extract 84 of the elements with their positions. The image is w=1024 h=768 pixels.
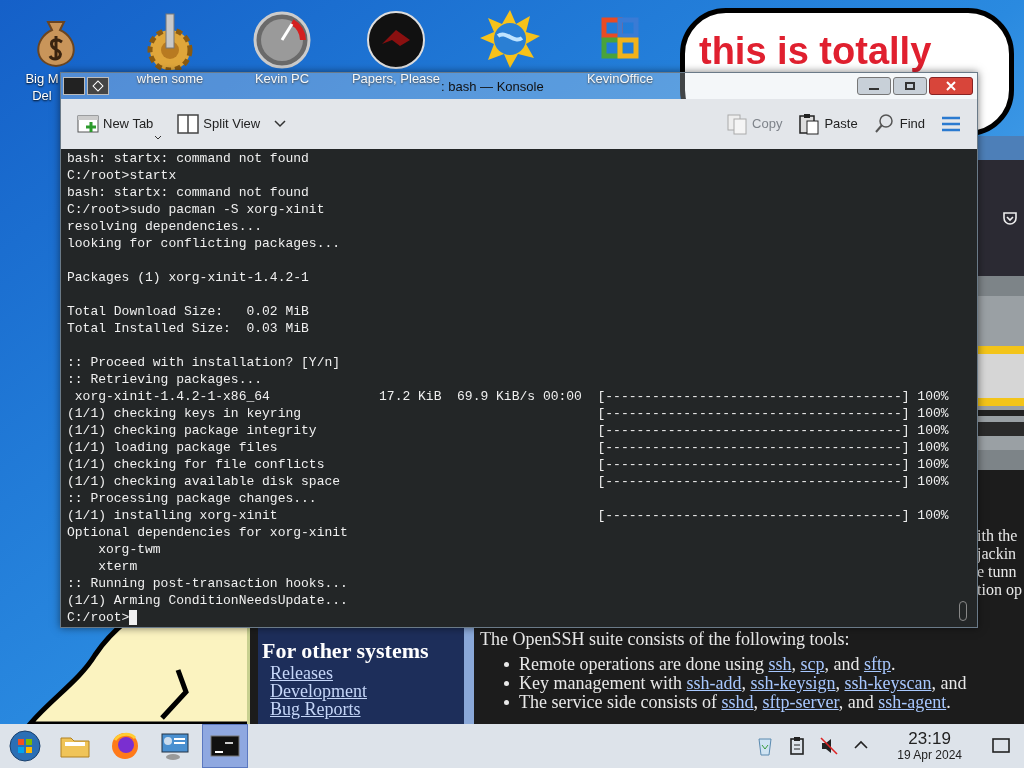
maximize-button[interactable] [893, 77, 927, 95]
link[interactable]: sftp [863, 654, 891, 674]
toolbar-button[interactable]: Split View [177, 113, 287, 135]
sidebar-link[interactable]: Development [270, 682, 367, 700]
terminal-icon[interactable] [63, 77, 85, 95]
bullet-icon [504, 681, 509, 686]
terminal-line: Total Download Size: 0.02 MiB [67, 303, 310, 320]
taskbar-button[interactable] [202, 724, 248, 768]
link[interactable]: scp [800, 654, 825, 674]
emblem-icon[interactable] [366, 10, 426, 70]
terminal-line: :: Processing package changes... [67, 490, 318, 507]
search-icon [873, 113, 896, 135]
paragraph-text: tion op [977, 581, 1023, 599]
bubble-text: this is totally [699, 29, 933, 73]
link[interactable]: ssh-add [686, 673, 742, 693]
link[interactable]: ssh-agent [878, 692, 947, 712]
muted-speaker-icon[interactable] [819, 735, 840, 757]
monitor-icon [159, 730, 191, 762]
terminal-line: :: Retrieving packages... [67, 371, 264, 388]
link[interactable]: ssh-keyscan [844, 673, 932, 693]
link[interactable]: sftp-server [762, 692, 839, 712]
terminal-line: Packages (1) xorg-xinit-1.4.2-1 [67, 269, 310, 286]
new-tab-icon [77, 113, 99, 135]
terminal-line: bash: startx: command not found [67, 150, 310, 167]
list-item-text: Remote operations are done using ssh, scp, and sftp. [519, 655, 896, 674]
terminal-line: (1/1) checking for file conflicts [--------------------------------------] 100% [67, 456, 950, 473]
pin-button[interactable] [87, 77, 109, 95]
list-item-text: The service side consists of sshd, sftp-server, and ssh-agent. [519, 693, 951, 712]
chevron-icon [274, 120, 287, 128]
intro-text: The OpenSSH suite consists of the following tools: [480, 629, 851, 649]
close-button[interactable] [929, 77, 973, 95]
paragraph-text: e tunn [977, 563, 1018, 581]
toolbar-button[interactable]: Find [873, 113, 925, 135]
terminal-line: Optional dependencies for xorg-xinit [67, 524, 349, 541]
terminal-line: xorg-twm [97, 541, 162, 558]
terminal-line: :: Running post-transaction hooks... [67, 575, 349, 592]
terminal-prompt: C:/root> [67, 609, 130, 626]
toolbar-button[interactable]: New Tab [77, 108, 162, 140]
terminal-line: (1/1) loading package files [--------------------------------------] 100% [67, 439, 950, 456]
terminal-line: Total Installed Size: 0.03 MiB [67, 320, 310, 337]
cursor [129, 610, 138, 625]
toolbar-button[interactable]: Paste [798, 113, 858, 135]
terminal-line: (1/1) checking package integrity [--------------------------------------] 100% [67, 422, 950, 439]
bullet-icon [504, 662, 509, 667]
caret-icon [155, 136, 162, 140]
paragraph-text: jackin [977, 545, 1018, 563]
sidebar-link[interactable]: Releases [270, 664, 333, 682]
icon-label[interactable]: Big M [25, 70, 59, 87]
terminal-line: (1/1) installing xorg-xinit [--------------------------------------] 100% [67, 507, 950, 524]
terminal-line: (1/1) checking available disk space [--------------------------------------] 100% [67, 473, 950, 490]
link[interactable]: ssh [768, 654, 792, 674]
terminal-line: xterm [97, 558, 139, 575]
terminal-line: xorg-xinit-1.4.2-1-x86_64 17.2 KiB 69.9 KiB/s 00:00 [--------------------------------------] 100% [73, 388, 950, 405]
copy-icon [726, 113, 749, 135]
terminal-line: resolving dependencies... [67, 218, 264, 235]
window-title: : bash — Konsole [441, 78, 544, 96]
terminal-line: (1/1) Arming ConditionNeedsUpdate... [67, 592, 349, 609]
firefox-icon [109, 730, 141, 762]
pocket-icon[interactable] [1002, 210, 1018, 226]
link[interactable]: ssh-keysign [750, 673, 836, 693]
start-orb-icon [9, 730, 41, 762]
icon-label[interactable]: Del [32, 87, 52, 104]
list-item-text: Key management with ssh-add, ssh-keysign, ssh-keyscan, and [519, 674, 967, 693]
terminal-line: looking for conflicting packages... [67, 235, 342, 252]
link[interactable]: sshd [721, 692, 754, 712]
terminal-line: C:/root>sudo pacman -S xorg-xinit [67, 201, 326, 218]
bullet-icon [504, 700, 509, 705]
terminal-line: C:/root>startx [67, 167, 178, 184]
sidebar-heading: For other systems [262, 638, 429, 664]
split-view-icon [177, 113, 200, 135]
terminal-line: (1/1) checking keys in keyring [--------------------------------------] 100% [67, 405, 950, 422]
show-desktop-icon[interactable] [992, 738, 1010, 754]
terminal-line: bash: startx: command not found [67, 184, 310, 201]
gauge-icon[interactable] [252, 10, 312, 70]
terminal-line: :: Proceed with installation? [Y/n] [67, 354, 342, 371]
clock[interactable]: 23:19 19 Apr 2024 [897, 730, 962, 762]
menu-icon [941, 116, 961, 132]
close-icon [946, 81, 956, 91]
globe-icon[interactable] [480, 10, 540, 70]
paste-icon [798, 113, 821, 135]
menu-button[interactable] [941, 116, 961, 132]
minimize-button[interactable] [857, 77, 891, 95]
paragraph-text: ith the [977, 527, 1019, 545]
sidebar-link[interactable]: Bug Reports [270, 700, 361, 718]
